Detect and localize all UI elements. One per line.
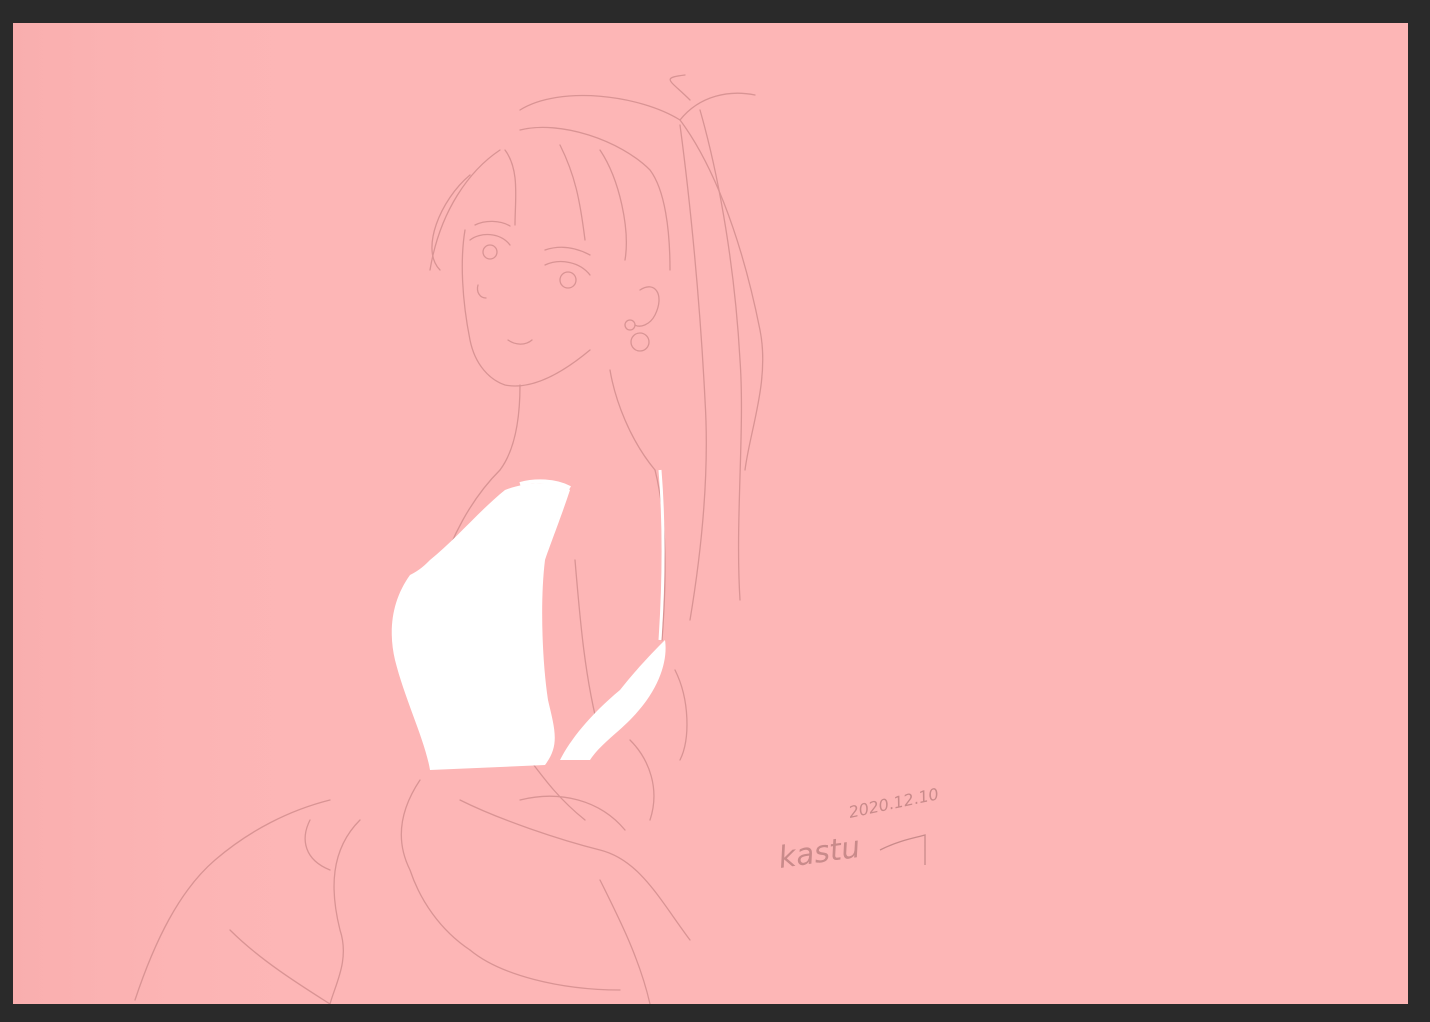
editor-workspace: kastu 2020.12.10 bbox=[0, 0, 1430, 1022]
artwork-canvas[interactable]: kastu 2020.12.10 bbox=[13, 23, 1408, 1004]
sketch-artwork: kastu 2020.12.10 bbox=[13, 23, 1408, 1004]
